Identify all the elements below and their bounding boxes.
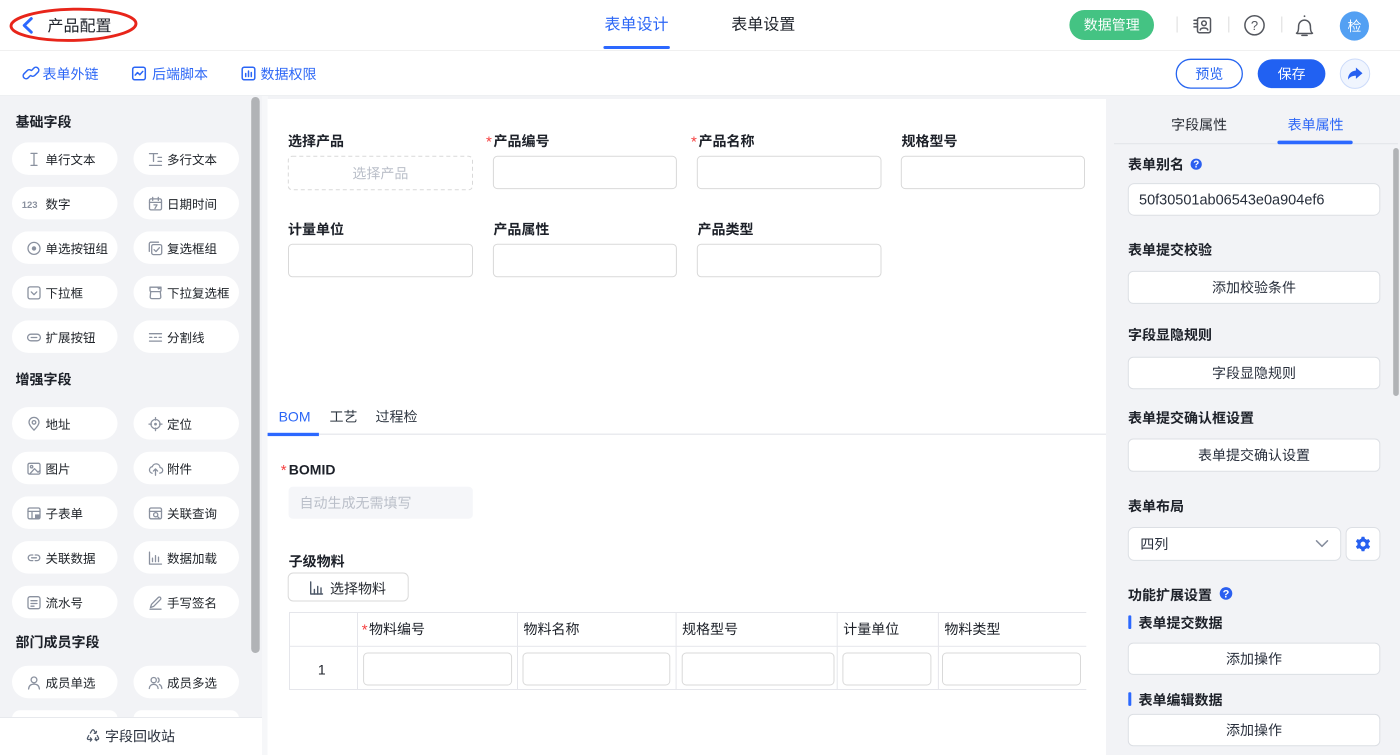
svg-text:50f30501ab06543e0a904ef6: 50f30501ab06543e0a904ef6: [1139, 192, 1324, 208]
svg-text:BOM: BOM: [279, 409, 311, 425]
svg-text:BOMID: BOMID: [289, 462, 336, 478]
svg-text:?: ?: [1223, 588, 1230, 600]
svg-text:1: 1: [318, 661, 326, 677]
svg-text:*: *: [362, 622, 368, 639]
svg-text:*: *: [281, 462, 287, 479]
svg-text:*: *: [486, 134, 492, 151]
svg-text:*: *: [691, 134, 697, 151]
svg-text:123: 123: [22, 200, 38, 211]
svg-text:?: ?: [1251, 18, 1258, 33]
svg-text:?: ?: [1193, 160, 1199, 171]
